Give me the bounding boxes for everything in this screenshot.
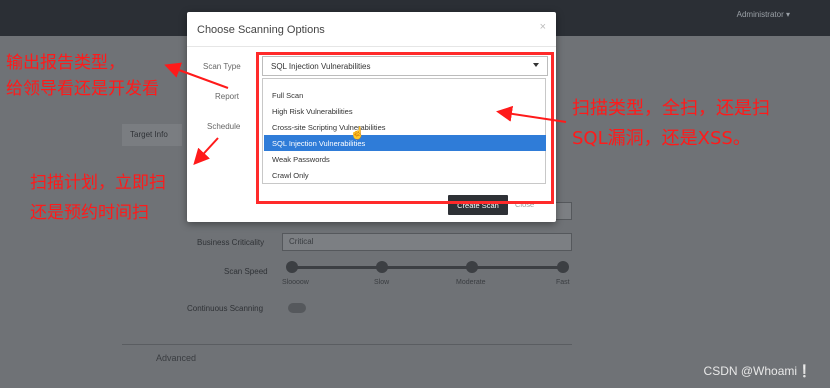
arrow-to-scan-type — [496, 105, 567, 123]
annotation-text: 给领导看还是开发看 — [6, 79, 159, 99]
annotation-text: SQL漏洞，还是XSS。 — [572, 128, 751, 149]
annotation-scan-type-note: 扫描类型，全扫，还是扫 SQL漏洞，还是XSS。 — [572, 94, 770, 154]
annotation-text: 扫描类型，全扫，还是扫 — [572, 98, 770, 119]
annotation-text: 还是预约时间扫 — [30, 203, 149, 223]
annotation-text: 输出报告类型， — [6, 53, 125, 73]
annotation-text: 扫描计划，立即扫 — [30, 173, 166, 193]
annotation-report-note: 输出报告类型， 给领导看还是开发看 — [6, 50, 159, 102]
arrow-to-schedule — [193, 137, 219, 165]
arrow-to-report — [164, 62, 229, 89]
watermark: CSDN @Whoami❕ — [703, 364, 812, 378]
annotation-schedule-note: 扫描计划，立即扫 还是预约时间扫 — [30, 168, 166, 228]
screenshot-stage: Administrator ▾ Target Info Business Cri… — [0, 0, 830, 388]
